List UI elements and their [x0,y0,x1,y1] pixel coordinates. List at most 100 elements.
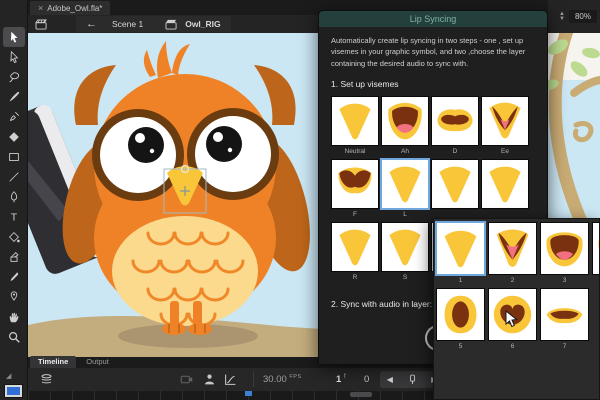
zoom-stepper[interactable]: ▲ ▼ [559,12,565,22]
viseme-thumbnail[interactable] [540,288,589,341]
viseme-cell-d[interactable]: D [431,96,479,157]
breadcrumb-symbol[interactable]: Owl_RIG [185,19,220,29]
viseme-label: D [431,146,479,157]
zoom-icon [7,330,21,344]
viseme-thumbnail[interactable] [381,96,429,146]
viseme-thumbnail[interactable] [592,222,600,275]
viseme-thumbnail[interactable] [436,288,485,341]
viseme-cell-ah[interactable]: Ah [381,96,429,157]
dialog-title[interactable]: Lip Syncing [319,11,547,27]
subselection-icon [7,50,21,64]
animate-app-window: { "window": { "close_label": "×", "docum… [0,0,600,400]
pen-tool[interactable] [3,187,25,207]
viseme-label: 6 [488,341,537,353]
ruler-playhead[interactable] [245,391,252,396]
camera-icon[interactable] [180,373,193,386]
eraser-tool[interactable] [3,127,25,147]
graph-editor-icon[interactable] [224,373,237,386]
viseme-cell-l[interactable]: L [381,159,429,220]
asset-warp-icon [7,290,21,304]
zoom-value[interactable]: 80% [569,10,597,23]
divider [253,371,254,387]
frame-value: 1 [336,374,341,385]
fps-value[interactable]: 30.00 [263,374,287,385]
frame-unit: f [344,374,346,380]
popup-viseme-4[interactable]: 4 [592,222,600,287]
viseme-thumbnail[interactable] [436,222,485,275]
close-tab-icon[interactable]: × [38,3,43,13]
viseme-cell-r[interactable]: R [331,222,379,283]
breadcrumb: ← Scene 1 Owl_RIG [76,16,231,32]
asset-warp-tool[interactable] [3,287,25,307]
popup-viseme-5[interactable]: 5 [436,288,485,353]
viseme-thumbnail[interactable] [331,159,379,209]
eyedropper-tool[interactable] [3,267,25,287]
viseme-thumbnail[interactable] [481,159,529,209]
edit-scene-icon[interactable] [35,19,48,30]
zoom-step-down-icon[interactable]: ▼ [559,17,565,22]
text-tool[interactable]: T [3,207,25,227]
viseme-thumbnail[interactable] [381,159,429,209]
viseme-label: L [381,209,429,220]
hand-icon [7,310,21,324]
lasso-tool[interactable] [3,67,25,87]
pen-icon [7,190,21,204]
tab-output[interactable]: Output [78,356,117,368]
layers-icon[interactable] [40,373,53,386]
viseme-thumbnail[interactable] [331,96,379,146]
popup-viseme-1[interactable]: 1 [436,222,485,287]
lasso-icon [7,70,21,84]
subselection-tool[interactable] [3,47,25,67]
zoom-control: ▲ ▼ 80% [548,0,600,33]
classic-brush-tool[interactable] [3,107,25,127]
svg-text:T: T [10,212,17,224]
tab-timeline[interactable]: Timeline [30,356,76,368]
current-frame: 1 f [336,374,346,385]
popup-viseme-2[interactable]: 2 [488,222,537,287]
ink-bottle-tool[interactable] [3,247,25,267]
viseme-label: Ah [381,146,429,157]
viseme-label: 5 [436,341,485,353]
viseme-cell-f[interactable]: F [331,159,379,220]
fill-color-swatch[interactable] [5,385,22,397]
viseme-cell-ee[interactable]: Ee [481,96,529,157]
breadcrumb-scene[interactable]: Scene 1 [104,19,151,29]
line-tool[interactable] [3,167,25,187]
line-icon [7,170,21,184]
ruler-scroll-handle[interactable] [350,392,372,397]
document-title: Adobe_Owl.fla* [47,4,102,13]
viseme-thumbnail[interactable] [540,222,589,275]
viseme-thumbnail[interactable] [431,96,479,146]
eraser-icon [7,130,21,144]
tools-panel: T◢ [0,0,28,400]
rectangle-tool[interactable] [3,147,25,167]
eyedropper-icon [7,270,21,284]
back-button[interactable]: ← [86,19,97,30]
viseme-label: 1 [436,275,485,287]
character-icon[interactable] [203,373,216,386]
mouse-cursor-icon [505,310,518,328]
viseme-cell-s[interactable]: S [381,222,429,283]
fluid-brush-tool[interactable] [3,87,25,107]
fps-control[interactable]: 30.00 FPS [263,374,302,385]
viseme-thumbnail[interactable] [481,96,529,146]
prev-frame-button[interactable]: ◀ [387,375,393,384]
viseme-label: S [381,272,429,283]
playhead-icon[interactable] [407,373,418,386]
paint-bucket-tool[interactable] [3,227,25,247]
viseme-cell-neutral[interactable]: Neutral [331,96,379,157]
viseme-cell[interactable] [481,159,529,220]
viseme-label: Neutral [331,146,379,157]
hand-tool[interactable] [3,307,25,327]
document-tab[interactable]: × Adobe_Owl.fla* [30,1,110,15]
viseme-thumbnail[interactable] [488,222,537,275]
viseme-thumbnail[interactable] [331,222,379,272]
zoom-tool[interactable] [3,327,25,347]
toolbar-overflow-icon[interactable]: ◢ [6,372,11,380]
viseme-thumbnail[interactable] [381,222,429,272]
selection-tool[interactable] [3,27,25,47]
popup-viseme-3[interactable]: 3 [540,222,589,287]
popup-viseme-7[interactable]: 7 [540,288,589,353]
viseme-cell[interactable] [431,159,479,220]
viseme-thumbnail[interactable] [431,159,479,209]
